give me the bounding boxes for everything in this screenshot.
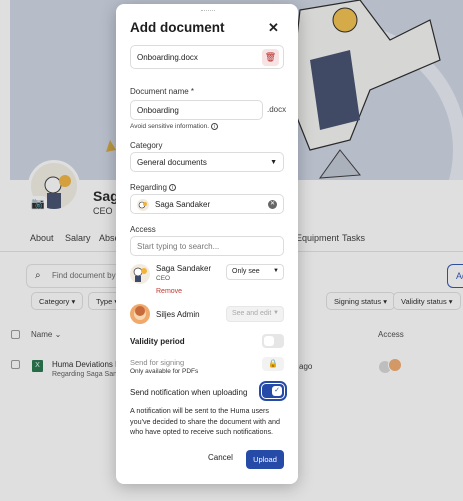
close-icon[interactable]: ✕ bbox=[268, 20, 279, 36]
permission-select[interactable]: Only see ▼ bbox=[226, 264, 284, 280]
caret-down-icon: ▼ bbox=[273, 310, 279, 316]
remove-access-link[interactable]: Remove bbox=[156, 288, 182, 295]
validity-period-label: Validity period bbox=[130, 337, 185, 346]
sensitive-info-hint: Avoid sensitive information. i bbox=[130, 123, 218, 130]
dialog-title: Add document bbox=[130, 20, 225, 35]
clear-icon[interactable]: ✕ bbox=[268, 200, 277, 209]
access-person-name: Siljes Admin bbox=[156, 310, 200, 319]
trash-icon[interactable]: 🗑 bbox=[262, 49, 279, 66]
regarding-label: Regarding i bbox=[130, 183, 177, 192]
notification-toggle[interactable]: ✓ bbox=[259, 381, 287, 401]
info-icon: i bbox=[210, 123, 218, 130]
validity-period-toggle[interactable] bbox=[262, 334, 284, 348]
access-person-role: CEO bbox=[156, 275, 171, 282]
notification-notice: A notification will be sent to the Huma … bbox=[130, 406, 281, 436]
attached-file: Onboarding.docx 🗑 bbox=[130, 45, 284, 69]
add-document-dialog: Add document ✕ Onboarding.docx 🗑 Documen… bbox=[116, 4, 298, 484]
cancel-button[interactable]: Cancel bbox=[208, 453, 233, 462]
drag-handle bbox=[201, 10, 215, 12]
regarding-select[interactable]: Saga Sandaker ✕ bbox=[130, 194, 284, 214]
lock-icon: 🔒 bbox=[262, 357, 284, 371]
caret-down-icon: ▼ bbox=[273, 268, 279, 274]
category-select[interactable]: General documents ▼ bbox=[130, 152, 284, 172]
document-name-label: Document name * bbox=[130, 87, 195, 96]
notification-label: Send notification when uploading bbox=[130, 388, 248, 397]
access-label: Access bbox=[130, 225, 156, 234]
file-extension: .docx bbox=[267, 105, 287, 114]
access-person-name: Saga Sandaker bbox=[156, 264, 212, 273]
avatar bbox=[130, 264, 150, 284]
avatar bbox=[130, 304, 150, 324]
upload-button[interactable]: Upload bbox=[246, 450, 284, 469]
document-name-input[interactable]: Onboarding bbox=[130, 100, 263, 120]
access-search-input[interactable]: Start typing to search... bbox=[130, 236, 284, 256]
file-name: Onboarding.docx bbox=[137, 53, 198, 62]
category-label: Category bbox=[130, 141, 163, 150]
info-icon: i bbox=[169, 184, 177, 192]
send-for-signing-note: Only available for PDFs bbox=[130, 368, 199, 375]
send-for-signing-label: Send for signing bbox=[130, 358, 185, 367]
caret-down-icon: ▼ bbox=[270, 159, 277, 166]
permission-select: See and edit ▼ bbox=[226, 306, 284, 322]
avatar bbox=[137, 199, 149, 211]
check-icon: ✓ bbox=[272, 386, 282, 396]
